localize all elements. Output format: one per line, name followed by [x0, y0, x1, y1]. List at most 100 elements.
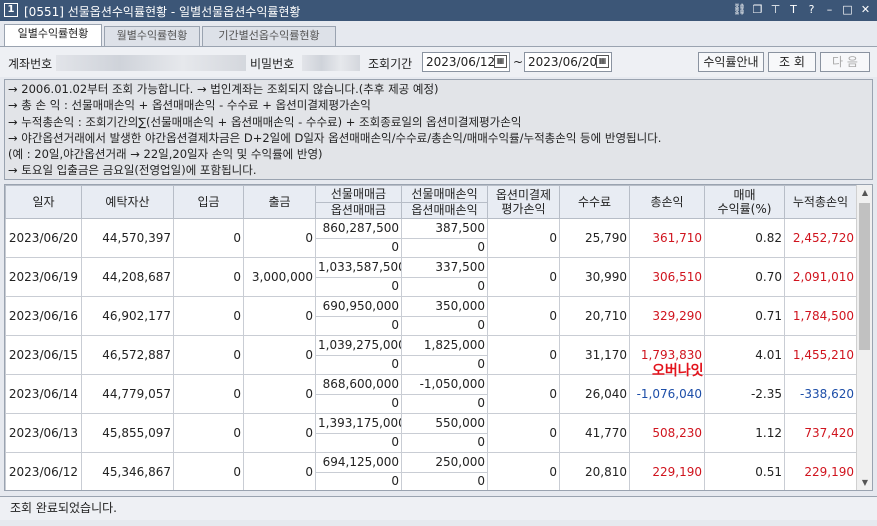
- account-number-field[interactable]: [56, 55, 246, 71]
- header-fee[interactable]: 수수료: [559, 185, 630, 219]
- close-icon[interactable]: ✕: [858, 2, 873, 18]
- cell-return-rate: 1.12: [704, 413, 785, 453]
- cell-futures-trade-amount: 860,287,500: [315, 218, 402, 239]
- cell-options-trade-pl: 0: [401, 432, 488, 453]
- notice-line: → 토요일 입출금은 금요일(전영업일)에 포함됩니다.: [8, 163, 257, 178]
- password-field[interactable]: [302, 55, 360, 71]
- notice-line: → 누적총손익 : 조회기간의∑(선물매매손익 + 옵션매매손익 - 수수료) …: [8, 114, 522, 129]
- table-row[interactable]: 2023/06/13 45,855,097 0 0 1,393,175,000 550,0…: [5, 413, 857, 453]
- cell-cumulative-pl: 737,420: [784, 413, 857, 453]
- cell-options-trade-amount: 0: [315, 237, 402, 258]
- table-row[interactable]: 2023/06/20 44,570,397 0 0 860,287,500 387,500…: [5, 218, 857, 258]
- cell-options-trade-pl: 0: [401, 315, 488, 336]
- link-icon[interactable]: ⛓: [732, 2, 747, 18]
- cell-deposit-in: 0: [173, 257, 244, 297]
- cell-return-rate: 0.51: [704, 452, 785, 490]
- vertical-scrollbar[interactable]: ▲ ▼: [856, 185, 872, 490]
- window-controls: ⛓ ❐ ⊤ T? – □ ✕: [732, 2, 873, 18]
- table-row[interactable]: 2023/06/16 46,902,177 0 0 690,950,000 350,000…: [5, 296, 857, 336]
- table-row[interactable]: 2023/06/15 46,572,887 0 0 1,039,275,000 1,825…: [5, 335, 857, 375]
- help-icon[interactable]: ?: [804, 2, 819, 18]
- minimize-icon[interactable]: –: [822, 2, 837, 18]
- table-row[interactable]: 2023/06/14 44,779,057 0 0 868,600,000 -1,050,…: [5, 374, 857, 414]
- header-deposit-assets[interactable]: 예탁자산: [81, 185, 174, 219]
- header-return-rate[interactable]: 매매 수익률(%): [704, 185, 785, 219]
- window-icon[interactable]: ❐: [750, 2, 765, 18]
- cell-option-unsettled: 0: [487, 296, 560, 336]
- font-icon[interactable]: T: [786, 2, 801, 18]
- return-guide-button[interactable]: 수익률안내: [698, 52, 764, 72]
- cell-cumulative-pl: 2,452,720: [784, 218, 857, 258]
- start-date-value: 2023/06/12: [426, 55, 496, 69]
- cell-cumulative-pl: 2,091,010: [784, 257, 857, 297]
- cell-return-rate: 0.70: [704, 257, 785, 297]
- cell-deposit-in: 0: [173, 296, 244, 336]
- cell-options-trade-amount: 0: [315, 354, 402, 375]
- cell-total-pl: 361,710: [629, 218, 705, 258]
- header-options-trade-amount[interactable]: 옵션매매금: [315, 201, 402, 219]
- search-button[interactable]: 조 회: [768, 52, 816, 72]
- account-label: 계좌번호: [8, 57, 53, 71]
- cell-options-trade-pl: 0: [401, 393, 488, 414]
- tab-period-returns[interactable]: 기간별선옵수익률현황: [202, 26, 336, 46]
- cell-futures-trade-pl: 337,500: [401, 257, 488, 278]
- returns-grid[interactable]: 일자 예탁자산 입금 출금 선물매매금 선물매매손익 옵션미결제 평가손익 수수…: [4, 184, 873, 491]
- cell-fee: 20,810: [559, 452, 630, 490]
- window-title: [0551] 선물옵션수익률현황 - 일별선물옵션수익률현황: [24, 5, 301, 19]
- header-futures-trade-amount[interactable]: 선물매매금: [315, 185, 402, 203]
- cell-fee: 30,990: [559, 257, 630, 297]
- scroll-down-icon[interactable]: ▼: [857, 475, 872, 490]
- cell-withdrawal: 0: [243, 452, 316, 490]
- calendar-icon[interactable]: ▦: [596, 55, 609, 68]
- cell-deposit-assets: 46,902,177: [81, 296, 174, 336]
- cell-date: 2023/06/12: [5, 452, 82, 490]
- header-option-unsettled-top: 옵션미결제: [495, 188, 552, 202]
- scroll-thumb[interactable]: [859, 203, 870, 350]
- cell-fee: 20,710: [559, 296, 630, 336]
- header-option-unsettled[interactable]: 옵션미결제 평가손익: [487, 185, 560, 219]
- cell-options-trade-pl: 0: [401, 237, 488, 258]
- table-row[interactable]: 2023/06/19 44,208,687 0 3,000,000 1,033,587,…: [5, 257, 857, 297]
- cell-date: 2023/06/15: [5, 335, 82, 375]
- pin-icon[interactable]: ⊤: [768, 2, 783, 18]
- header-withdrawal[interactable]: 출금: [243, 185, 316, 219]
- header-options-trade-pl[interactable]: 옵션매매손익: [401, 201, 488, 219]
- cell-futures-trade-pl: 250,000: [401, 452, 488, 473]
- header-futures-trade-pl[interactable]: 선물매매손익: [401, 185, 488, 203]
- cell-options-trade-amount: 0: [315, 315, 402, 336]
- cell-option-unsettled: 0: [487, 218, 560, 258]
- title-bar: 1 [0551] 선물옵션수익률현황 - 일별선물옵션수익률현황 ⛓ ❐ ⊤ T? – □…: [0, 0, 877, 21]
- tab-monthly-returns[interactable]: 월별수익률현황: [104, 26, 200, 46]
- header-deposit-in[interactable]: 입금: [173, 185, 244, 219]
- tab-daily-returns[interactable]: 일별수익률현황: [4, 24, 102, 46]
- tab-bar: 일별수익률현황 월별수익률현황 기간별선옵수익률현황: [0, 21, 877, 46]
- cell-total-pl: -1,076,040: [629, 374, 705, 414]
- scroll-up-icon[interactable]: ▲: [857, 185, 872, 200]
- cell-futures-trade-amount: 868,600,000: [315, 374, 402, 395]
- cell-deposit-in: 0: [173, 374, 244, 414]
- cell-date: 2023/06/20: [5, 218, 82, 258]
- header-cumulative-pl[interactable]: 누적총손익: [784, 185, 857, 219]
- header-total-pl[interactable]: 총손익: [629, 185, 705, 219]
- cell-futures-trade-pl: 350,000: [401, 296, 488, 317]
- password-label: 비밀번호: [250, 57, 295, 71]
- table-row[interactable]: 2023/06/12 45,346,867 0 0 694,125,000 250,000…: [5, 452, 857, 490]
- cell-futures-trade-amount: 1,039,275,000: [315, 335, 402, 356]
- cell-option-unsettled: 0: [487, 257, 560, 297]
- next-button[interactable]: 다 음: [820, 52, 870, 72]
- cell-fee: 26,040: [559, 374, 630, 414]
- end-date-value: 2023/06/20: [528, 55, 598, 69]
- header-return-rate-top: 매매: [733, 188, 756, 202]
- calendar-icon[interactable]: ▦: [494, 55, 507, 68]
- cell-deposit-in: 0: [173, 335, 244, 375]
- restore-icon[interactable]: □: [840, 2, 855, 18]
- cell-options-trade-pl: 0: [401, 471, 488, 490]
- header-date[interactable]: 일자: [5, 185, 82, 219]
- cell-futures-trade-pl: 550,000: [401, 413, 488, 434]
- cell-date: 2023/06/14: [5, 374, 82, 414]
- cell-withdrawal: 0: [243, 374, 316, 414]
- cell-date: 2023/06/19: [5, 257, 82, 297]
- search-toolbar: 계좌번호 비밀번호 조회기간 2023/06/12 ▦ ~ 2023/06/20…: [0, 46, 877, 77]
- start-date-input[interactable]: 2023/06/12 ▦: [422, 52, 510, 72]
- end-date-input[interactable]: 2023/06/20 ▦: [524, 52, 612, 72]
